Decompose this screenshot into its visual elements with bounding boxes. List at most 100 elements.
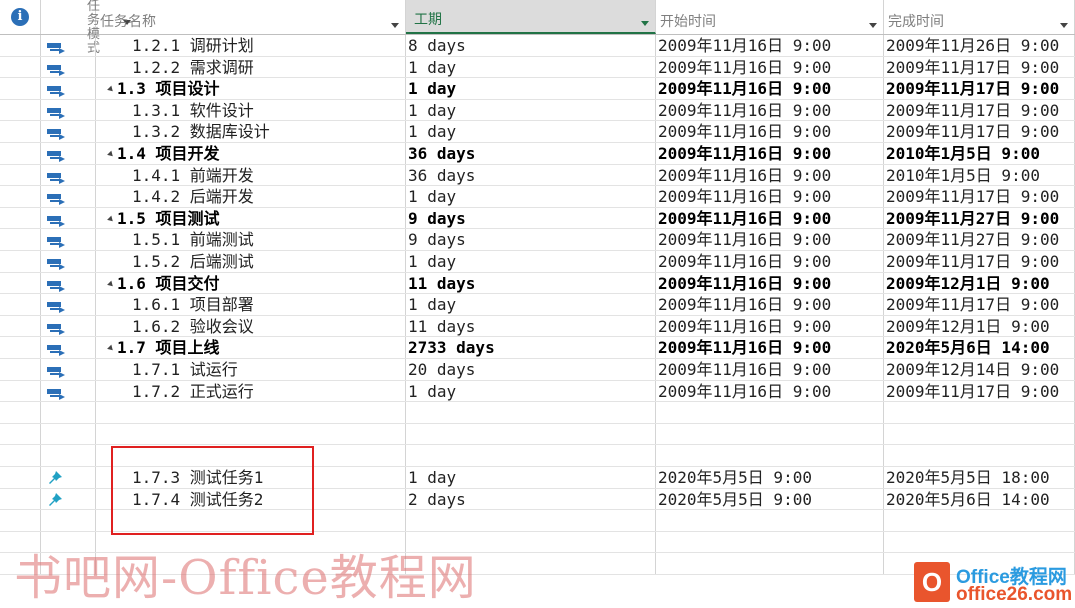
task-name-cell[interactable]: 1.2.1 调研计划 [96,35,406,56]
task-name-cell[interactable]: 1.7.1 试运行 [96,359,406,380]
duration-cell[interactable]: 1 day [406,56,656,78]
task-name-cell[interactable]: 1.7 项目上线 [96,337,406,358]
task-name-cell[interactable]: 1.6.2 验收会议 [96,315,406,337]
task-name-cell[interactable]: 1.4.1 前端开发 [96,164,406,186]
chevron-down-icon[interactable] [391,23,399,28]
duration-cell[interactable]: 1 day [406,99,656,121]
start-cell[interactable]: 2009年11月16日 9:00 [656,294,884,315]
table-row[interactable]: 1.2.1 调研计划 8 days 2009年11月16日 9:00 2009年11月… [0,35,1075,57]
finish-cell[interactable]: 2020年5月6日 14:00 [884,488,1075,510]
finish-cell[interactable] [884,423,1075,445]
duration-cell[interactable]: 36 days [406,164,656,186]
task-mode-cell[interactable] [41,315,96,337]
table-row[interactable]: 1.7.1 试运行 20 days 2009年11月16日 9:00 2009年12月… [0,359,1075,381]
start-cell[interactable]: 2009年11月16日 9:00 [656,380,884,402]
finish-column-header[interactable]: 完成时间 [884,0,1075,34]
start-cell[interactable]: 2009年11月16日 9:00 [656,35,884,56]
collapse-triangle-icon[interactable] [107,215,115,224]
finish-cell[interactable]: 2009年12月1日 9:00 [884,272,1075,294]
table-row[interactable]: 1.5.1 前端测试 9 days 2009年11月16日 9:00 2009年11月… [0,229,1075,251]
finish-cell[interactable] [884,445,1075,466]
duration-cell[interactable]: 1 day [406,121,656,142]
table-row[interactable]: 1.7.2 正式运行 1 day 2009年11月16日 9:00 2009年11月1… [0,380,1075,403]
task-name-cell[interactable] [96,423,406,445]
task-mode-cell[interactable] [41,510,96,531]
table-row[interactable]: 1.6.1 项目部署 1 day 2009年11月16日 9:00 2009年11月1… [0,294,1075,316]
chevron-down-icon[interactable] [869,23,877,28]
finish-cell[interactable]: 2010年1月5日 9:00 [884,143,1075,164]
finish-cell[interactable] [884,402,1075,423]
finish-cell[interactable]: 2009年11月17日 9:00 [884,186,1075,207]
task-name-cell[interactable]: 1.2.2 需求调研 [96,56,406,78]
task-mode-cell[interactable] [41,121,96,142]
table-row[interactable]: 1.6.2 验收会议 11 days 2009年11月16日 9:00 2009年12… [0,315,1075,338]
start-cell[interactable]: 2009年11月16日 9:00 [656,164,884,186]
finish-cell[interactable]: 2009年11月27日 9:00 [884,229,1075,250]
table-row[interactable]: 1.5.2 后端测试 1 day 2009年11月16日 9:00 2009年11月1… [0,251,1075,273]
table-row[interactable]: 1.2.2 需求调研 1 day 2009年11月16日 9:00 2009年11月1… [0,56,1075,79]
finish-cell[interactable]: 2009年11月26日 9:00 [884,35,1075,56]
duration-cell[interactable]: 1 day [406,380,656,402]
task-name-cell[interactable]: 1.5.1 前端测试 [96,229,406,250]
start-cell[interactable] [656,531,884,553]
chevron-down-icon[interactable] [1060,23,1068,28]
start-cell[interactable]: 2009年11月16日 9:00 [656,337,884,358]
task-name-column-header[interactable]: 任务名称 [96,0,406,34]
duration-cell[interactable]: 36 days [406,143,656,164]
table-row[interactable]: 1.3 项目设计 1 day 2009年11月16日 9:00 2009年11月17日… [0,78,1075,100]
duration-cell[interactable] [406,423,656,445]
table-row[interactable]: 1.7 项目上线 2733 days 2009年11月16日 9:00 2020年5月… [0,337,1075,359]
duration-cell[interactable]: 1 day [406,186,656,207]
task-name-cell[interactable]: 1.4.2 后端开发 [96,186,406,207]
start-cell[interactable]: 2020年5月5日 9:00 [656,467,884,488]
start-cell[interactable]: 2009年11月16日 9:00 [656,251,884,272]
table-row[interactable] [0,402,1075,424]
task-name-cell[interactable]: 1.3 项目设计 [96,78,406,99]
start-cell[interactable] [656,445,884,466]
start-cell[interactable]: 2009年11月16日 9:00 [656,186,884,207]
task-name-cell[interactable]: 1.6.1 项目部署 [96,294,406,315]
task-mode-cell[interactable] [41,78,96,99]
duration-cell[interactable]: 11 days [406,315,656,337]
collapse-triangle-icon[interactable] [107,280,115,288]
duration-cell[interactable] [406,445,656,466]
table-row[interactable] [0,423,1075,446]
task-mode-cell[interactable] [41,380,96,402]
task-name-cell[interactable]: 1.5 项目测试 [96,207,406,229]
duration-cell[interactable]: 20 days [406,359,656,380]
task-mode-cell[interactable] [41,56,96,78]
finish-cell[interactable]: 2009年11月17日 9:00 [884,99,1075,121]
duration-cell[interactable]: 9 days [406,229,656,250]
table-row[interactable]: 1.5 项目测试 9 days 2009年11月16日 9:00 2009年11月27… [0,207,1075,230]
task-mode-cell[interactable] [41,229,96,250]
start-column-header[interactable]: 开始时间 [656,0,884,34]
table-row[interactable]: 1.3.1 软件设计 1 day 2009年11月16日 9:00 2009年11月1… [0,99,1075,122]
table-row[interactable]: 1.4 项目开发 36 days 2009年11月16日 9:00 2010年1月5日… [0,143,1075,165]
task-name-cell[interactable]: 1.3.2 数据库设计 [96,121,406,142]
task-mode-cell[interactable] [41,359,96,380]
start-cell[interactable]: 2009年11月16日 9:00 [656,99,884,121]
indicator-column-header[interactable]: i [0,0,41,34]
finish-cell[interactable]: 2009年11月17日 9:00 [884,251,1075,272]
finish-cell[interactable] [884,510,1075,531]
duration-cell[interactable]: 1 day [406,78,656,99]
finish-cell[interactable]: 2009年12月14日 9:00 [884,359,1075,380]
duration-column-header[interactable]: 工期 [406,0,656,34]
start-cell[interactable]: 2009年11月16日 9:00 [656,229,884,250]
finish-cell[interactable]: 2009年11月17日 9:00 [884,294,1075,315]
task-mode-cell[interactable] [41,402,96,423]
chevron-down-icon[interactable] [641,21,649,26]
task-mode-cell[interactable] [41,294,96,315]
start-cell[interactable]: 2009年11月16日 9:00 [656,78,884,99]
finish-cell[interactable]: 2009年12月1日 9:00 [884,315,1075,337]
start-cell[interactable]: 2009年11月16日 9:00 [656,121,884,142]
finish-cell[interactable]: 2020年5月5日 18:00 [884,467,1075,488]
collapse-triangle-icon[interactable] [107,85,115,94]
finish-cell[interactable]: 2009年11月17日 9:00 [884,56,1075,78]
collapse-triangle-icon[interactable] [107,150,115,159]
task-mode-cell[interactable] [41,251,96,272]
task-mode-cell[interactable] [41,467,96,488]
task-mode-cell[interactable] [41,337,96,358]
duration-cell[interactable]: 2 days [406,488,656,510]
finish-cell[interactable]: 2009年11月17日 9:00 [884,121,1075,142]
